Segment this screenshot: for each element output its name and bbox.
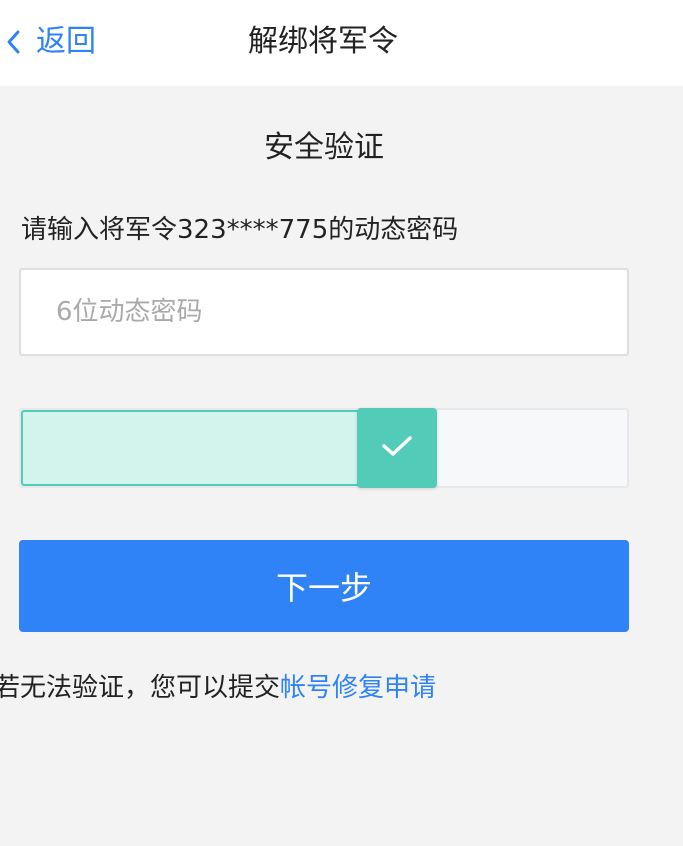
footer-note: 若无法验证，您可以提交帐号修复申请 — [0, 670, 436, 706]
page-title: 解绑将军令 — [248, 24, 398, 59]
otp-input[interactable] — [19, 268, 629, 356]
slider-fill — [21, 410, 364, 486]
top-nav-bar: 返回 解绑将军令 — [0, 0, 683, 86]
slider-track — [19, 408, 629, 488]
slider-handle[interactable] — [357, 408, 438, 488]
footer-note-text: 若无法验证，您可以提交 — [0, 673, 281, 703]
otp-prompt: 请输入将军令323****775的动态密码 — [21, 215, 459, 245]
account-repair-link[interactable]: 帐号修复申请 — [280, 673, 436, 703]
section-title: 安全验证 — [264, 130, 384, 165]
check-icon — [381, 433, 413, 463]
next-step-button[interactable]: 下一步 — [19, 540, 629, 632]
